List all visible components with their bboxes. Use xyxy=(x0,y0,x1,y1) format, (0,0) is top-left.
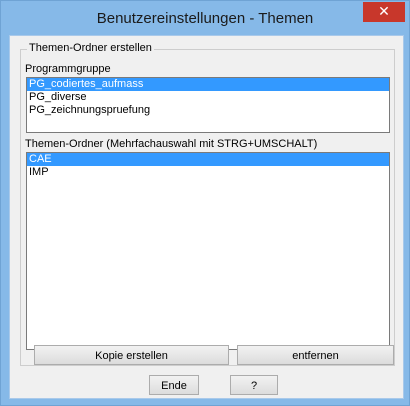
kopie-erstellen-button[interactable]: Kopie erstellen xyxy=(34,345,229,365)
themen-ordner-label: Themen-Ordner (Mehrfachauswahl mit STRG+… xyxy=(25,138,318,150)
programmgruppe-label: Programmgruppe xyxy=(25,63,111,75)
list-item[interactable]: CAE xyxy=(27,153,389,166)
ende-button[interactable]: Ende xyxy=(149,375,199,395)
list-item[interactable]: PG_diverse xyxy=(27,91,389,104)
dialog-body: Themen-Ordner erstellen Programmgruppe P… xyxy=(9,35,404,399)
close-button[interactable]: ✕ xyxy=(363,2,405,22)
help-button[interactable]: ? xyxy=(230,375,278,395)
themen-ordner-group: Themen-Ordner erstellen Programmgruppe P… xyxy=(20,42,395,366)
list-item[interactable]: IMP xyxy=(27,166,389,179)
close-icon: ✕ xyxy=(378,4,390,20)
window-title: Benutzereinstellungen - Themen xyxy=(96,10,314,27)
programmgruppe-listbox[interactable]: PG_codiertes_aufmass PG_diverse PG_zeich… xyxy=(26,77,390,133)
dialog-window: Benutzereinstellungen - Themen ✕ Themen-… xyxy=(0,0,410,406)
entfernen-button[interactable]: entfernen xyxy=(237,345,394,365)
group-legend: Themen-Ordner erstellen xyxy=(27,42,154,54)
themen-ordner-listbox[interactable]: CAE IMP xyxy=(26,152,390,350)
list-item[interactable]: PG_codiertes_aufmass xyxy=(27,78,389,91)
list-item[interactable]: PG_zeichnungspruefung xyxy=(27,104,389,117)
